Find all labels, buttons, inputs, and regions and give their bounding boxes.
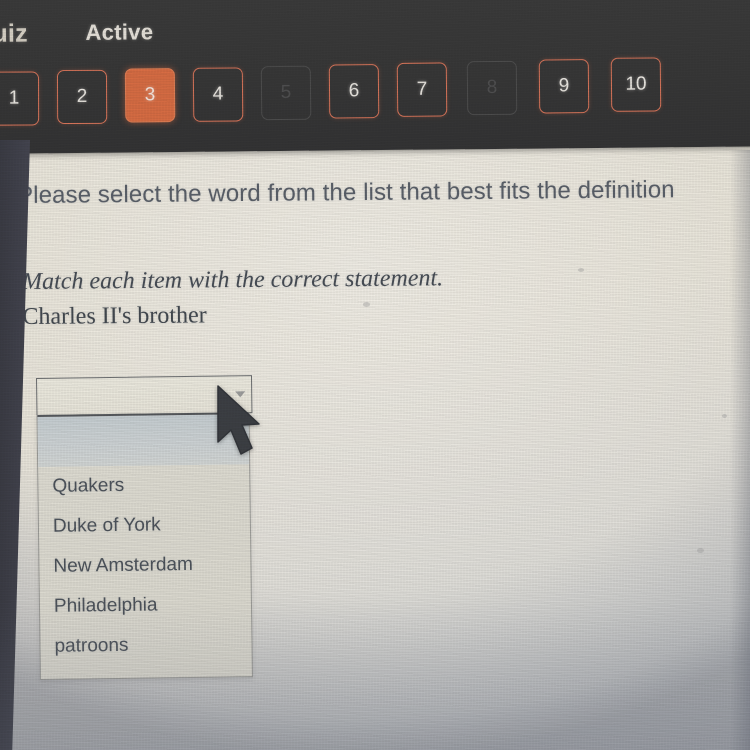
quiz-title: uiz [0, 19, 28, 48]
question-tab-7-label: 7 [416, 78, 428, 100]
question-tab-1-label: 1 [8, 87, 20, 109]
quiz-header-bar: uiz Active 1 2 3 4 5 6 7 8 9 10 [0, 0, 750, 154]
mouse-cursor-arrow-icon [212, 384, 264, 458]
question-tab-9[interactable]: 9 [538, 59, 590, 114]
question-tab-8-label: 8 [486, 76, 498, 99]
question-tab-3-label: 3 [144, 84, 156, 106]
question-tab-5-label: 5 [280, 81, 292, 104]
question-tab-10-label: 10 [625, 73, 647, 95]
question-tab-9-label: 9 [558, 75, 570, 97]
question-tab-8: 8 [466, 60, 518, 116]
question-tab-6-label: 6 [348, 80, 360, 102]
dropdown-option-quakers[interactable]: Quakers [38, 464, 250, 507]
dropdown-option-new-amsterdam[interactable]: New Amsterdam [39, 544, 251, 587]
question-tab-strip: 1 2 3 4 5 6 7 8 9 10 [0, 57, 750, 128]
question-tab-4-label: 4 [212, 83, 224, 105]
question-tab-1[interactable]: 1 [0, 71, 40, 126]
quiz-status-label: Active [85, 19, 154, 45]
dropdown-option-duke-of-york[interactable]: Duke of York [39, 504, 251, 547]
question-tab-3[interactable]: 3 [124, 68, 176, 123]
match-instruction: Match each item with the correct stateme… [21, 265, 444, 295]
question-tab-2[interactable]: 2 [56, 69, 108, 125]
question-stem: Match each item with the correct stateme… [21, 264, 662, 330]
question-tab-7[interactable]: 7 [396, 62, 448, 117]
question-tab-2-label: 2 [76, 85, 88, 107]
question-tab-10[interactable]: 10 [610, 57, 662, 112]
question-tab-5: 5 [260, 65, 312, 121]
dropdown-option-philadelphia[interactable]: Philadelphia [40, 584, 252, 627]
question-tab-4[interactable]: 4 [192, 67, 244, 122]
dropdown-option-patroons[interactable]: patroons [40, 624, 252, 667]
screen-photograph: uiz Active 1 2 3 4 5 6 7 8 9 10 Please s… [0, 0, 750, 750]
question-tab-6[interactable]: 6 [328, 64, 380, 119]
